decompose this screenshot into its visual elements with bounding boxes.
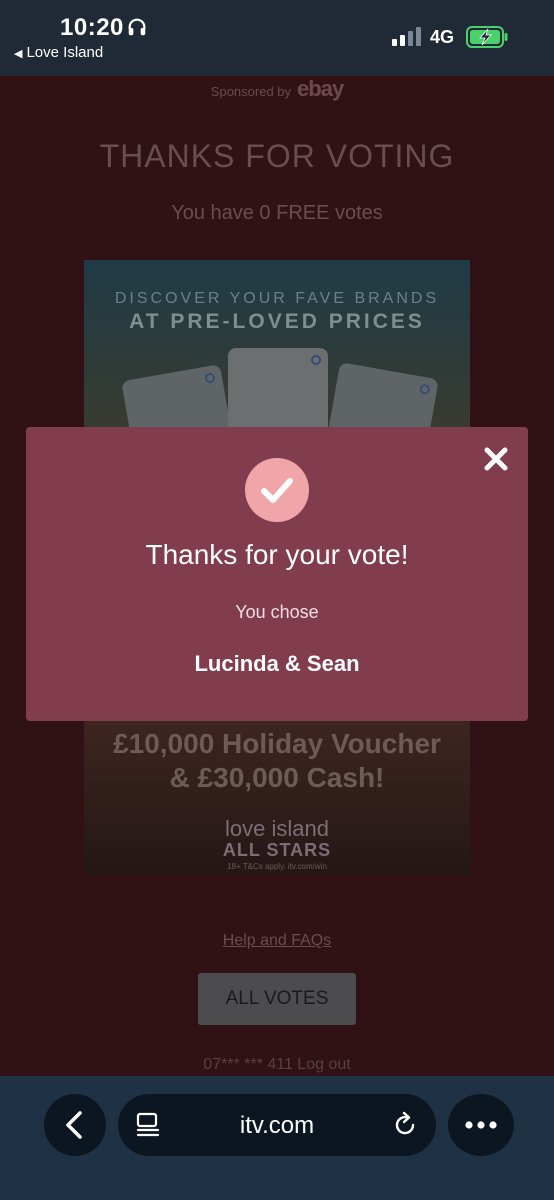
back-triangle-icon: ◀ bbox=[14, 48, 23, 60]
checkmark-icon bbox=[245, 458, 309, 522]
sponsor-brand-logo: ebay bbox=[297, 76, 344, 101]
network-type: 4G bbox=[430, 27, 455, 47]
free-votes-count: You have 0 FREE votes bbox=[171, 202, 383, 224]
ad-headline-2: AT PRE-LOVED PRICES bbox=[129, 310, 425, 333]
account-logout[interactable]: 07*** *** 411 Log out bbox=[0, 1056, 554, 1074]
back-app-label: Love Island bbox=[26, 44, 104, 61]
reload-icon[interactable] bbox=[390, 1110, 420, 1140]
sponsor-line: Sponsored by ebay bbox=[0, 76, 554, 102]
ad-terms: 18+ T&Cs apply. itv.com/win bbox=[227, 862, 327, 871]
close-icon[interactable] bbox=[478, 441, 514, 477]
more-icon bbox=[465, 1121, 497, 1129]
battery-charging-icon bbox=[466, 26, 508, 48]
card-badge-icon bbox=[419, 383, 431, 396]
back-to-app-link[interactable]: ◀ Love Island bbox=[14, 44, 103, 61]
modal-title: Thanks for your vote! bbox=[145, 539, 409, 570]
card-badge-icon bbox=[204, 372, 216, 384]
card-badge-icon bbox=[311, 355, 321, 365]
sponsor-prefix: Sponsored by bbox=[210, 84, 292, 99]
address-bar[interactable]: itv.com bbox=[118, 1094, 436, 1156]
vote-confirmation-modal: Thanks for your vote! You chose Lucinda … bbox=[26, 427, 528, 721]
more-options-button[interactable] bbox=[448, 1094, 514, 1156]
ad-logo-line-1: love island bbox=[225, 816, 329, 841]
ad-logo-line-2: ALL STARS bbox=[222, 840, 332, 860]
headphones-icon bbox=[128, 18, 146, 36]
modal-subtitle: You chose bbox=[235, 602, 319, 622]
browser-toolbar: itv.com bbox=[0, 1076, 554, 1200]
signal-icon bbox=[392, 27, 421, 46]
ad-prize-line-2: & £30,000 Cash! bbox=[169, 762, 385, 793]
help-faq-link[interactable]: Help and FAQs bbox=[0, 932, 554, 950]
browser-back-button[interactable] bbox=[44, 1094, 106, 1156]
status-time: 10:20 bbox=[60, 14, 124, 41]
back-chevron-icon bbox=[66, 1111, 82, 1139]
ad-headline-1: DISCOVER YOUR FAVE BRANDS bbox=[114, 290, 440, 307]
page-title: THANKS FOR VOTING bbox=[99, 138, 455, 174]
ad-prize-line-1: £10,000 Holiday Voucher bbox=[113, 728, 441, 759]
all-votes-button[interactable]: ALL VOTES bbox=[198, 973, 356, 1025]
chosen-couple: Lucinda & Sean bbox=[194, 651, 360, 676]
url-text: itv.com bbox=[239, 1112, 315, 1139]
status-bar: 10:20 ◀ Love Island 4G bbox=[0, 0, 554, 76]
